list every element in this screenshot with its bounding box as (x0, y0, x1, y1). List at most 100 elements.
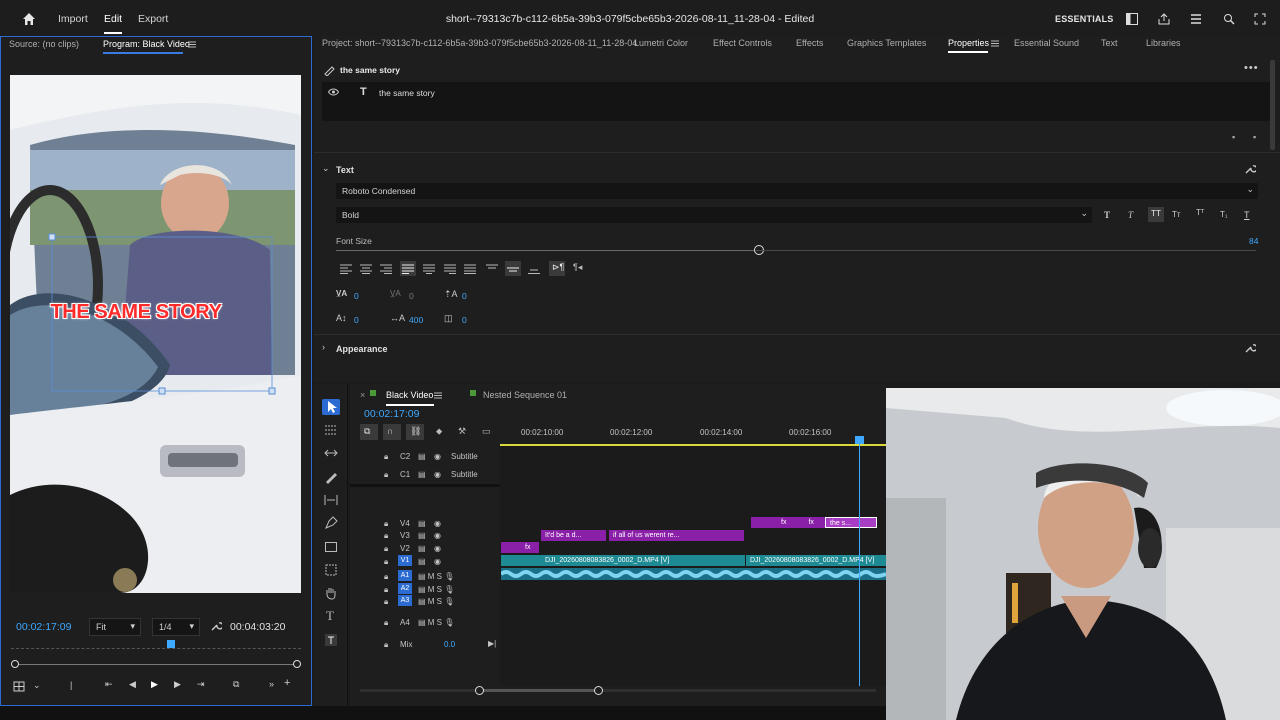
close-tab-icon[interactable]: × (360, 390, 365, 400)
lock-icon[interactable]: 🔒︎ (384, 640, 388, 650)
eye-icon[interactable]: ◉ (434, 544, 441, 553)
small-caps-icon[interactable]: Tт (1172, 210, 1181, 219)
zoom-icon[interactable] (1223, 13, 1235, 25)
project-tab[interactable]: Project: short--79313c7b-c112-6b5a-39b3-… (322, 38, 637, 48)
program-tab[interactable]: Program: Black Video (103, 39, 190, 49)
tab-graphics-templates[interactable]: Graphics Templates (847, 38, 926, 48)
wrench-icon[interactable] (1244, 342, 1256, 354)
program-video-frame[interactable]: THE SAME STORY (10, 75, 301, 593)
eye-icon[interactable] (328, 88, 339, 96)
expand-icon[interactable] (1254, 13, 1266, 25)
scroll-handle-left[interactable] (475, 686, 484, 695)
align-bottom-icon[interactable] (528, 264, 540, 274)
settings-icon[interactable] (13, 681, 25, 692)
eye-icon[interactable]: ◉ (434, 531, 441, 540)
sync-lock-icon[interactable]: ▤ (418, 557, 426, 566)
scroll-handle-right[interactable] (594, 686, 603, 695)
folder-icon[interactable]: ▪ (1232, 132, 1235, 142)
add-marker-icon[interactable]: ⬥ (436, 426, 442, 437)
sync-lock-icon[interactable]: ▤ (418, 544, 426, 553)
source-tab[interactable]: Source: (no clips) (9, 39, 79, 49)
slip-tool-icon[interactable] (324, 493, 338, 507)
left-to-right-icon[interactable]: ⊳¶ (552, 262, 564, 273)
timeline-scrollbar-thumb[interactable] (479, 689, 599, 692)
font-size-value[interactable]: 84 (1249, 236, 1258, 246)
zoom-handle-right[interactable] (293, 660, 301, 668)
track-target-a2[interactable]: A2 (398, 583, 412, 594)
justify-left-icon[interactable] (402, 264, 414, 274)
right-to-left-icon[interactable]: ¶◂ (573, 262, 582, 273)
playhead-handle[interactable] (855, 436, 864, 444)
properties-scrollbar[interactable] (1270, 60, 1275, 150)
hand-icon[interactable] (324, 586, 338, 600)
panel-menu-icon[interactable] (991, 40, 999, 47)
import-tab[interactable]: Import (58, 13, 88, 25)
export-frame-icon[interactable]: ⧉ (233, 679, 239, 690)
razor-icon[interactable] (324, 470, 338, 484)
lock-icon[interactable]: 🔒︎ (384, 470, 388, 480)
text-section-label[interactable]: Text (336, 165, 354, 175)
tsume-value[interactable]: 0 (462, 315, 467, 325)
fit-select[interactable]: Fit ▾ (89, 618, 141, 636)
appearance-section-label[interactable]: Appearance (336, 344, 388, 354)
caption-tool-icon[interactable] (324, 633, 338, 647)
tab-essential-sound[interactable]: Essential Sound (1014, 38, 1079, 48)
timeline-timecode[interactable]: 00:02:17:09 (364, 408, 419, 420)
eye-icon[interactable]: ◉ (434, 452, 441, 461)
font-family-select[interactable]: Roboto Condensed ⌄ (336, 183, 1258, 199)
frame-back-icon[interactable]: ◀ (129, 679, 136, 690)
sync-lock-icon[interactable]: ▤ (418, 519, 426, 528)
home-icon[interactable] (21, 11, 37, 27)
tab-lumetri-color[interactable]: Lumetri Color (634, 38, 688, 48)
mark-in-icon[interactable]: | (70, 680, 72, 690)
leading-value[interactable]: 0 (354, 315, 359, 325)
wrench-icon[interactable]: ⚒ (458, 426, 466, 437)
sync-lock-icon[interactable]: ▤ (418, 452, 426, 461)
eye-icon[interactable]: ◉ (434, 519, 441, 528)
track-area[interactable] (500, 446, 886, 686)
lock-icon[interactable]: 🔒︎ (384, 618, 388, 628)
clip-v3-b[interactable]: if all of us werent re... (609, 530, 744, 541)
clip-v3-a[interactable]: It'd be a d... (541, 530, 606, 541)
sync-lock-icon[interactable]: ▤ M S 🎙︎ (418, 618, 454, 627)
wrench-icon[interactable] (210, 620, 222, 632)
menu-icon[interactable] (1190, 13, 1202, 25)
track-select-icon[interactable] (324, 423, 338, 437)
captions-icon[interactable]: ▭ (482, 426, 491, 437)
lock-icon[interactable]: 🔒︎ (384, 531, 388, 541)
remix-tool-icon[interactable] (324, 563, 338, 577)
panel-menu-icon[interactable] (188, 41, 196, 48)
panel-menu-icon[interactable] (434, 392, 442, 399)
eye-icon[interactable]: ◉ (434, 557, 441, 566)
program-current-timecode[interactable]: 00:02:17:09 (16, 621, 71, 633)
clip-a1[interactable] (501, 568, 886, 580)
export-tab[interactable]: Export (138, 13, 168, 25)
chevron-down-icon[interactable]: ⌄ (322, 163, 330, 174)
tab-effect-controls[interactable]: Effect Controls (713, 38, 772, 48)
more-options-icon[interactable]: ••• (1244, 62, 1259, 74)
layer-item-label[interactable]: the same story (379, 88, 435, 98)
justify-right-icon[interactable] (444, 264, 456, 274)
align-center-icon[interactable] (360, 264, 372, 274)
add-button-icon[interactable]: + (284, 677, 290, 689)
kerning-value[interactable]: 0 (354, 291, 359, 301)
font-style-select[interactable]: Bold ⌄ (336, 207, 1092, 223)
type-icon[interactable]: T (326, 608, 334, 624)
workspace-label[interactable]: ESSENTIALS (1055, 14, 1114, 24)
clip-v2[interactable]: fx (501, 542, 539, 553)
lock-icon[interactable]: 🔒︎ (384, 519, 388, 529)
mix-skip-icon[interactable]: ▶| (488, 639, 496, 648)
lock-icon[interactable]: 🔒︎ (384, 585, 388, 595)
wrench-icon[interactable] (1244, 163, 1256, 175)
chevron-right-icon[interactable]: › (322, 342, 325, 352)
chevron-down-icon[interactable]: ⌄ (33, 680, 41, 691)
playhead-line[interactable] (859, 436, 860, 686)
tab-text[interactable]: Text (1101, 38, 1118, 48)
edit-tab[interactable]: Edit (104, 13, 123, 34)
new-layer-icon[interactable]: ▪ (1253, 132, 1256, 142)
sync-lock-icon[interactable]: ▤ M S 🎙︎ (418, 572, 454, 581)
rectangle-tool-icon[interactable] (324, 540, 338, 554)
tab-black-video[interactable]: Black Video (386, 390, 433, 400)
sync-lock-icon[interactable]: ▤ M S 🎙︎ (418, 597, 454, 606)
workspace-icon[interactable] (1126, 13, 1138, 25)
